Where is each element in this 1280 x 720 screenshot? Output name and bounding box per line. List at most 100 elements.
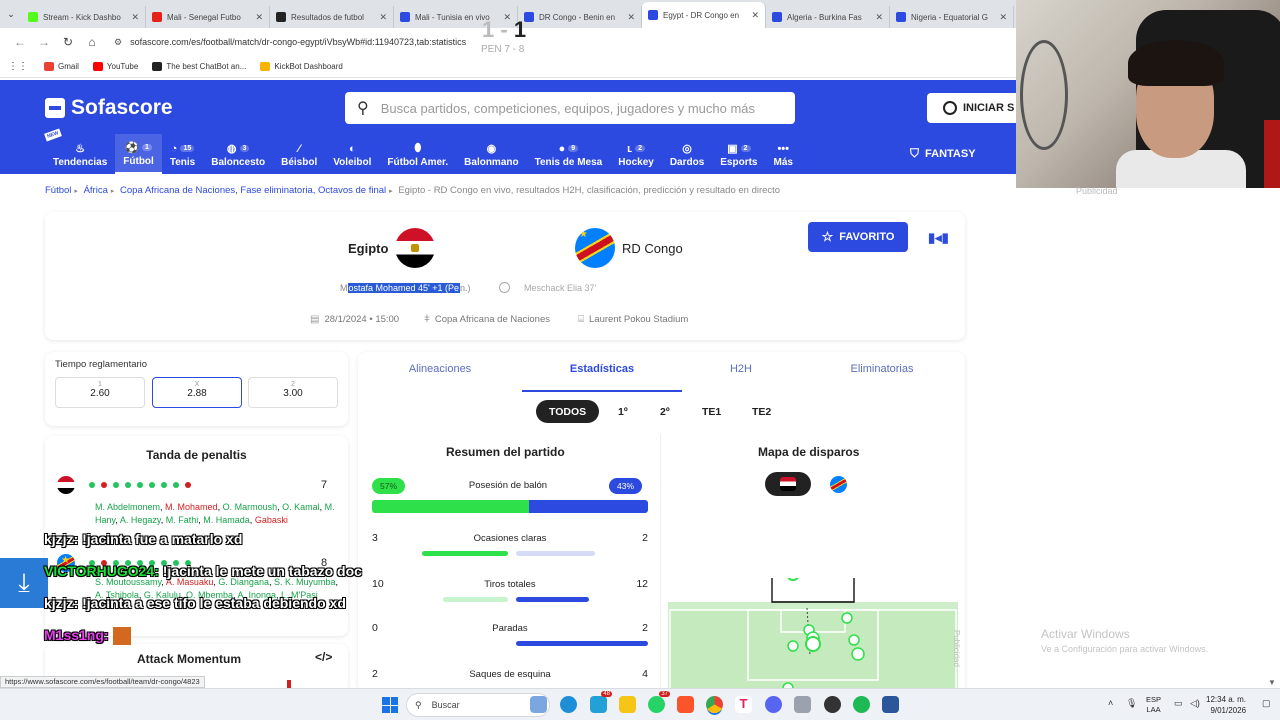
egypt-flag-icon[interactable] [395, 228, 435, 268]
discord-icon[interactable] [765, 696, 782, 713]
notifications-icon[interactable]: ▢ [1262, 698, 1271, 709]
site-info-icon[interactable]: ⚙ [114, 37, 122, 48]
brave-icon[interactable] [677, 696, 694, 713]
period-extra-time-2[interactable]: TE2 [752, 400, 771, 423]
penalty-taker[interactable]: M. Hamada [203, 515, 250, 525]
bookmark-item[interactable]: YouTube [92, 62, 138, 71]
shotmap-dr-congo-toggle[interactable] [830, 476, 847, 493]
microphone-icon[interactable]: 🎙 [1126, 698, 1137, 709]
home-team-name[interactable]: Egipto [348, 241, 388, 256]
sport-tab[interactable]: NEW ♨ Tendencias [44, 128, 115, 174]
match-competition[interactable]: ǂ Copa Africana de Naciones [424, 314, 550, 325]
whatsapp-icon[interactable]: 37 [648, 691, 670, 713]
bookmark-item[interactable]: The best ChatBot an... [152, 62, 246, 71]
sport-tab[interactable]: ◉ Balonmano [456, 134, 526, 174]
tab-search-chevron-icon[interactable]: ⌄ [0, 9, 22, 20]
system-clock[interactable]: 12:34 a. m. 9/01/2026 [1206, 694, 1246, 716]
tray-chevron-icon[interactable]: ˄ [1108, 698, 1113, 708]
penalty-taker[interactable]: M. Fathi [166, 515, 199, 525]
close-tab-icon[interactable]: ✕ [751, 10, 759, 21]
penalty-taker[interactable]: A. Hegazy [120, 515, 161, 525]
sport-tab[interactable]: ••• Más [766, 134, 801, 174]
bookmark-item[interactable]: Gmail [44, 62, 79, 71]
compare-icon[interactable]: ▮◂▮ [928, 230, 949, 246]
odds-draw-button[interactable]: X 2.88 [152, 377, 242, 408]
bookmark-item[interactable]: KickBot Dashboard [260, 62, 343, 71]
close-tab-icon[interactable]: ✕ [627, 12, 635, 23]
obs-icon[interactable] [824, 696, 841, 713]
period-second-half[interactable]: 2º [660, 400, 670, 423]
period-all[interactable]: TODOS [536, 400, 600, 423]
close-tab-icon[interactable]: ✕ [379, 12, 387, 23]
penalty-taker[interactable]: O. Marmoush [223, 502, 278, 512]
edge-icon[interactable] [560, 696, 577, 713]
tab-knockout[interactable]: Eliminatorias [802, 363, 962, 375]
browser-tab[interactable]: DR Congo - Benin en ✕ [518, 6, 642, 28]
breadcrumb-football[interactable]: Fútbol [45, 185, 71, 196]
penalty-taker[interactable]: M. Mohamed [165, 502, 218, 512]
sport-tab[interactable]: ● 9 Tenis de Mesa [527, 134, 611, 174]
sport-tab[interactable]: ◍ 3 Baloncesto [203, 134, 273, 174]
browser-tab[interactable]: Stream - Kick Dashbo ✕ [22, 6, 146, 28]
reload-icon[interactable]: ↻ [56, 35, 80, 49]
browser-tab[interactable]: Egypt - DR Congo en ✕ [642, 2, 766, 28]
taskbar-search[interactable]: ⚲ Buscar [406, 693, 550, 717]
app-icon[interactable]: 48 [590, 691, 612, 713]
sofascore-logo[interactable]: Sofascore [45, 96, 173, 120]
away-team-name[interactable]: RD Congo [622, 241, 683, 256]
browser-tab[interactable]: Algeria - Burkina Fas ✕ [766, 6, 890, 28]
sport-tab[interactable]: ▣ 2 Esports [712, 134, 765, 174]
period-extra-time-1[interactable]: TE1 [702, 400, 721, 423]
sport-tab[interactable]: ◎ Dardos [662, 134, 712, 174]
close-tab-icon[interactable]: ✕ [131, 12, 139, 23]
input-language[interactable]: ESP LAA [1146, 695, 1161, 715]
home-icon[interactable]: ⌂ [80, 35, 104, 49]
sport-tab[interactable]: ⚽ 1 Fútbol [115, 134, 162, 174]
word-icon[interactable] [882, 696, 899, 713]
browser-tab[interactable]: Nigeria - Equatorial G ✕ [890, 6, 1014, 28]
sport-tab[interactable]: ⬮ Fútbol Amer. [379, 134, 456, 174]
penalty-taker[interactable]: Gabaski [255, 515, 288, 525]
tab-statistics[interactable]: Estadísticas [522, 363, 682, 375]
apps-grid-icon[interactable]: ⋮⋮ [8, 61, 28, 72]
sport-tab[interactable]: ◔ 15 Tenis [162, 134, 203, 174]
breadcrumb-tournament[interactable]: Copa Africana de Naciones, Fase eliminat… [120, 185, 386, 196]
penalty-taker[interactable]: O. Kamal [282, 502, 320, 512]
match-stadium[interactable]: ⌸ Laurent Pokou Stadium [578, 314, 688, 325]
shotmap-egypt-toggle[interactable] [765, 472, 811, 496]
scroll-down-icon[interactable]: ▼ [1268, 678, 1276, 687]
app-t-icon[interactable]: T [735, 696, 752, 713]
search-input[interactable]: ⚲ Busca partidos, competiciones, equipos… [345, 92, 795, 124]
sport-tab[interactable]: ⁄ Béisbol [273, 134, 325, 174]
fantasy-link[interactable]: ⛉ FANTASY [910, 146, 976, 161]
sport-tab[interactable]: ʟ 2 Hockey [610, 134, 662, 174]
sport-tab[interactable]: ◐ Voleibol [325, 134, 379, 174]
penalty-taker[interactable]: M. Abdelmonem [95, 502, 160, 512]
tab-h2h[interactable]: H2H [661, 363, 821, 375]
forward-icon[interactable]: → [32, 35, 56, 49]
network-icon[interactable]: ▭ [1174, 698, 1183, 709]
tab-lineups[interactable]: Alineaciones [360, 363, 520, 375]
odds-away-button[interactable]: 2 3.00 [248, 377, 338, 408]
embed-code-icon[interactable]: </> [315, 650, 332, 664]
back-icon[interactable]: ← [8, 35, 32, 49]
spotify-icon[interactable] [853, 696, 870, 713]
chrome-icon[interactable] [706, 696, 723, 713]
url-field[interactable]: ⚙ sofascore.com/es/football/match/dr-con… [114, 37, 466, 48]
period-first-half[interactable]: 1º [618, 400, 628, 423]
dr-congo-flag-icon[interactable] [575, 228, 615, 268]
weather-icon[interactable] [530, 696, 547, 713]
calculator-icon[interactable] [794, 696, 811, 713]
odds-home-button[interactable]: 1 2.60 [55, 377, 145, 408]
browser-tab[interactable]: Resultados de futbol ✕ [270, 6, 394, 28]
favorite-button[interactable]: ☆ FAVORITO [808, 222, 908, 252]
download-icon[interactable]: ⤓ [0, 558, 48, 608]
volume-icon[interactable]: ◁) [1190, 698, 1200, 709]
close-tab-icon[interactable]: ✕ [255, 12, 263, 23]
close-tab-icon[interactable]: ✕ [999, 12, 1007, 23]
windows-start-icon[interactable] [382, 697, 398, 713]
breadcrumb-africa[interactable]: África [84, 185, 108, 196]
close-tab-icon[interactable]: ✕ [875, 12, 883, 23]
file-explorer-icon[interactable] [619, 696, 636, 713]
browser-tab[interactable]: Mali - Senegal Futbo ✕ [146, 6, 270, 28]
